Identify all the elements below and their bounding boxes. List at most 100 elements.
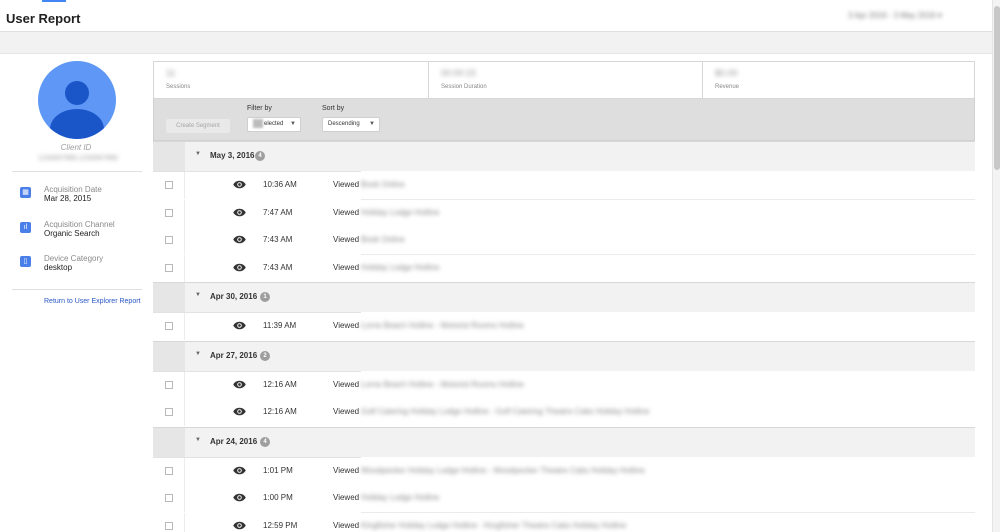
filter-by-select[interactable]: elected ▼ — [247, 117, 301, 132]
hit-action: Viewed — [333, 493, 360, 502]
hit-row[interactable]: 7:43 AM Viewed Book Online — [153, 227, 975, 254]
hit-time: 7:43 AM — [263, 235, 293, 244]
create-segment-button[interactable]: Create Segment — [166, 119, 230, 133]
hit-row[interactable]: 7:43 AM Viewed Holiday Lodge Hotline — [153, 254, 975, 282]
eye-icon — [233, 263, 246, 271]
date-group-label: Apr 27, 2016 — [210, 350, 258, 360]
hit-row[interactable]: 12:16 AM Viewed Golf Catering Holiday Lodg… — [153, 399, 975, 426]
date-group-header[interactable]: ▼ Apr 30, 2016 1 — [153, 282, 975, 314]
date-range-picker[interactable]: 3 Apr 2016 - 3 May 2016 ▾ — [848, 11, 972, 21]
activity-panel: 11 Sessions 00:00:15 Session Duration $0… — [153, 55, 992, 532]
hit-page-title[interactable]: Holiday Lodge Hotline — [361, 493, 439, 502]
chevron-down-icon: ▼ — [290, 121, 296, 127]
hit-page-title[interactable]: Book Online — [361, 235, 405, 244]
hit-page-title[interactable]: Lorne Beach Hotline - Motorist Rooms Hot… — [361, 321, 524, 330]
hit-action: Viewed — [333, 207, 360, 217]
date-group-header[interactable]: ▼ May 3, 2016 4 — [153, 141, 975, 173]
date-group-label: May 3, 2016 — [210, 151, 255, 160]
acquisition-date: ▦ Acquisition Date Mar 28, 2015 — [20, 185, 146, 209]
hit-page-title[interactable]: Holiday Lodge Hotline — [361, 208, 439, 217]
row-checkbox[interactable] — [165, 181, 173, 189]
eye-icon — [233, 180, 246, 189]
page-scrollbar[interactable] — [992, 0, 1000, 532]
date-group-gutter — [153, 283, 185, 312]
row-checkbox[interactable] — [165, 466, 173, 475]
hit-time: 12:59 PM — [263, 520, 298, 530]
hit-action: Viewed — [333, 520, 360, 530]
filter-by-value: elected — [264, 121, 284, 127]
hit-time: 7:43 AM — [263, 262, 293, 272]
row-checkbox[interactable] — [165, 380, 173, 389]
hit-row[interactable]: 12:59 PM Viewed Kingfisher Holiday Lodge H… — [153, 512, 975, 532]
eye-icon — [233, 235, 246, 244]
acquisition-channel-value: Organic Search — [44, 229, 100, 238]
hit-row[interactable]: 7:47 AM Viewed Holiday Lodge Hotline — [153, 199, 975, 227]
eye-icon — [233, 493, 246, 502]
metric-revenue: $0.00 Revenue — [702, 62, 976, 98]
avatar — [38, 61, 116, 139]
date-group-header[interactable]: ▼ Apr 24, 2016 4 — [153, 426, 975, 459]
hit-row[interactable]: 12:16 AM Viewed Lorne Beach Hotline - Moto… — [153, 371, 975, 399]
metric-sessions-value: 11 — [166, 68, 176, 78]
hit-action: Viewed — [333, 379, 360, 389]
caret-down-icon[interactable]: ▼ — [195, 292, 201, 298]
eye-icon — [233, 208, 246, 216]
metric-session-duration: 00:00:15 Session Duration — [428, 62, 702, 98]
date-group-label: Apr 30, 2016 — [210, 292, 258, 301]
activity-toolbar: Create Segment Filter by elected ▼ Sort … — [153, 99, 975, 141]
hit-row[interactable]: 1:00 PM Viewed Holiday Lodge Hotline — [153, 485, 975, 512]
client-id-label: Client ID — [60, 143, 92, 152]
date-group-header[interactable]: ▼ Apr 27, 2016 2 — [153, 340, 975, 373]
date-group-gutter — [153, 427, 185, 457]
row-checkbox[interactable] — [165, 521, 173, 530]
filter-swatch — [253, 118, 263, 128]
date-group-gutter — [153, 142, 185, 171]
top-header: User Report 3 Apr 2016 - 3 May 2016 ▾ — [0, 0, 992, 32]
avatar-head-shape — [65, 81, 89, 105]
hit-time: 1:00 PM — [263, 493, 293, 502]
sort-by-select[interactable]: Descending ▼ — [322, 117, 380, 132]
row-checkbox[interactable] — [165, 322, 173, 330]
client-id-value: 1234567890.1234567890 — [38, 155, 118, 162]
metric-revenue-label: Revenue — [715, 84, 740, 90]
hit-page-title[interactable]: Book Online — [361, 180, 405, 189]
avatar-body-shape — [50, 109, 104, 139]
row-checkbox[interactable] — [165, 263, 173, 272]
hit-page-title[interactable]: Golf Catering Holiday Lodge Hotline - Go… — [361, 407, 649, 416]
bar-chart-icon: ıl — [20, 222, 31, 233]
hit-row[interactable]: 1:01 PM Viewed Woodpecker Holiday Lodge Ho… — [153, 457, 975, 485]
row-checkbox[interactable] — [165, 208, 173, 217]
page-title: User Report — [6, 11, 81, 26]
user-profile-panel: Client ID 1234567890.1234567890 ▦ Acquis… — [0, 55, 152, 532]
metric-session-duration-label: Session Duration — [441, 84, 487, 90]
metric-revenue-value: $0.00 — [715, 68, 738, 78]
caret-down-icon[interactable]: ▼ — [195, 437, 201, 443]
hit-page-title[interactable]: Lorne Beach Hotline - Motorist Rooms Hot… — [361, 380, 524, 389]
hit-time: 12:16 AM — [263, 407, 297, 416]
row-checkbox[interactable] — [165, 494, 173, 502]
hit-page-title[interactable]: Woodpecker Holiday Lodge Hotline - Woodp… — [361, 466, 645, 475]
date-group-gutter — [153, 341, 185, 371]
hit-page-title[interactable]: Kingfisher Holiday Lodge Hotline - Kingf… — [361, 521, 626, 530]
acquisition-channel-label: Acquisition Channel — [44, 220, 115, 229]
caret-down-icon[interactable]: ▼ — [195, 351, 201, 357]
hit-action: Viewed — [333, 235, 360, 244]
hit-count-badge: 4 — [260, 436, 270, 447]
device-icon: ▯ — [20, 256, 31, 267]
metric-sessions: 11 Sessions — [154, 62, 428, 98]
row-checkbox[interactable] — [165, 408, 173, 416]
hit-page-title[interactable]: Holiday Lodge Hotline — [361, 263, 439, 272]
hit-action: Viewed — [333, 465, 360, 475]
hit-time: 7:47 AM — [263, 207, 293, 217]
return-to-user-explorer-link[interactable]: Return to User Explorer Report — [44, 298, 140, 305]
device-category: ▯ Device Category desktop — [20, 254, 146, 278]
calendar-icon: ▦ — [20, 187, 31, 198]
date-group-label: Apr 24, 2016 — [210, 436, 258, 446]
hit-row[interactable]: 11:39 AM Viewed Lorne Beach Hotline - Moto… — [153, 313, 975, 340]
row-checkbox[interactable] — [165, 236, 173, 244]
hit-row[interactable]: 10:36 AM Viewed Book Online — [153, 172, 975, 199]
acquisition-date-value: Mar 28, 2015 — [44, 194, 92, 203]
scrollbar-thumb[interactable] — [994, 6, 1000, 170]
acquisition-channel: ıl Acquisition Channel Organic Search — [20, 220, 146, 244]
caret-down-icon[interactable]: ▼ — [195, 151, 201, 157]
